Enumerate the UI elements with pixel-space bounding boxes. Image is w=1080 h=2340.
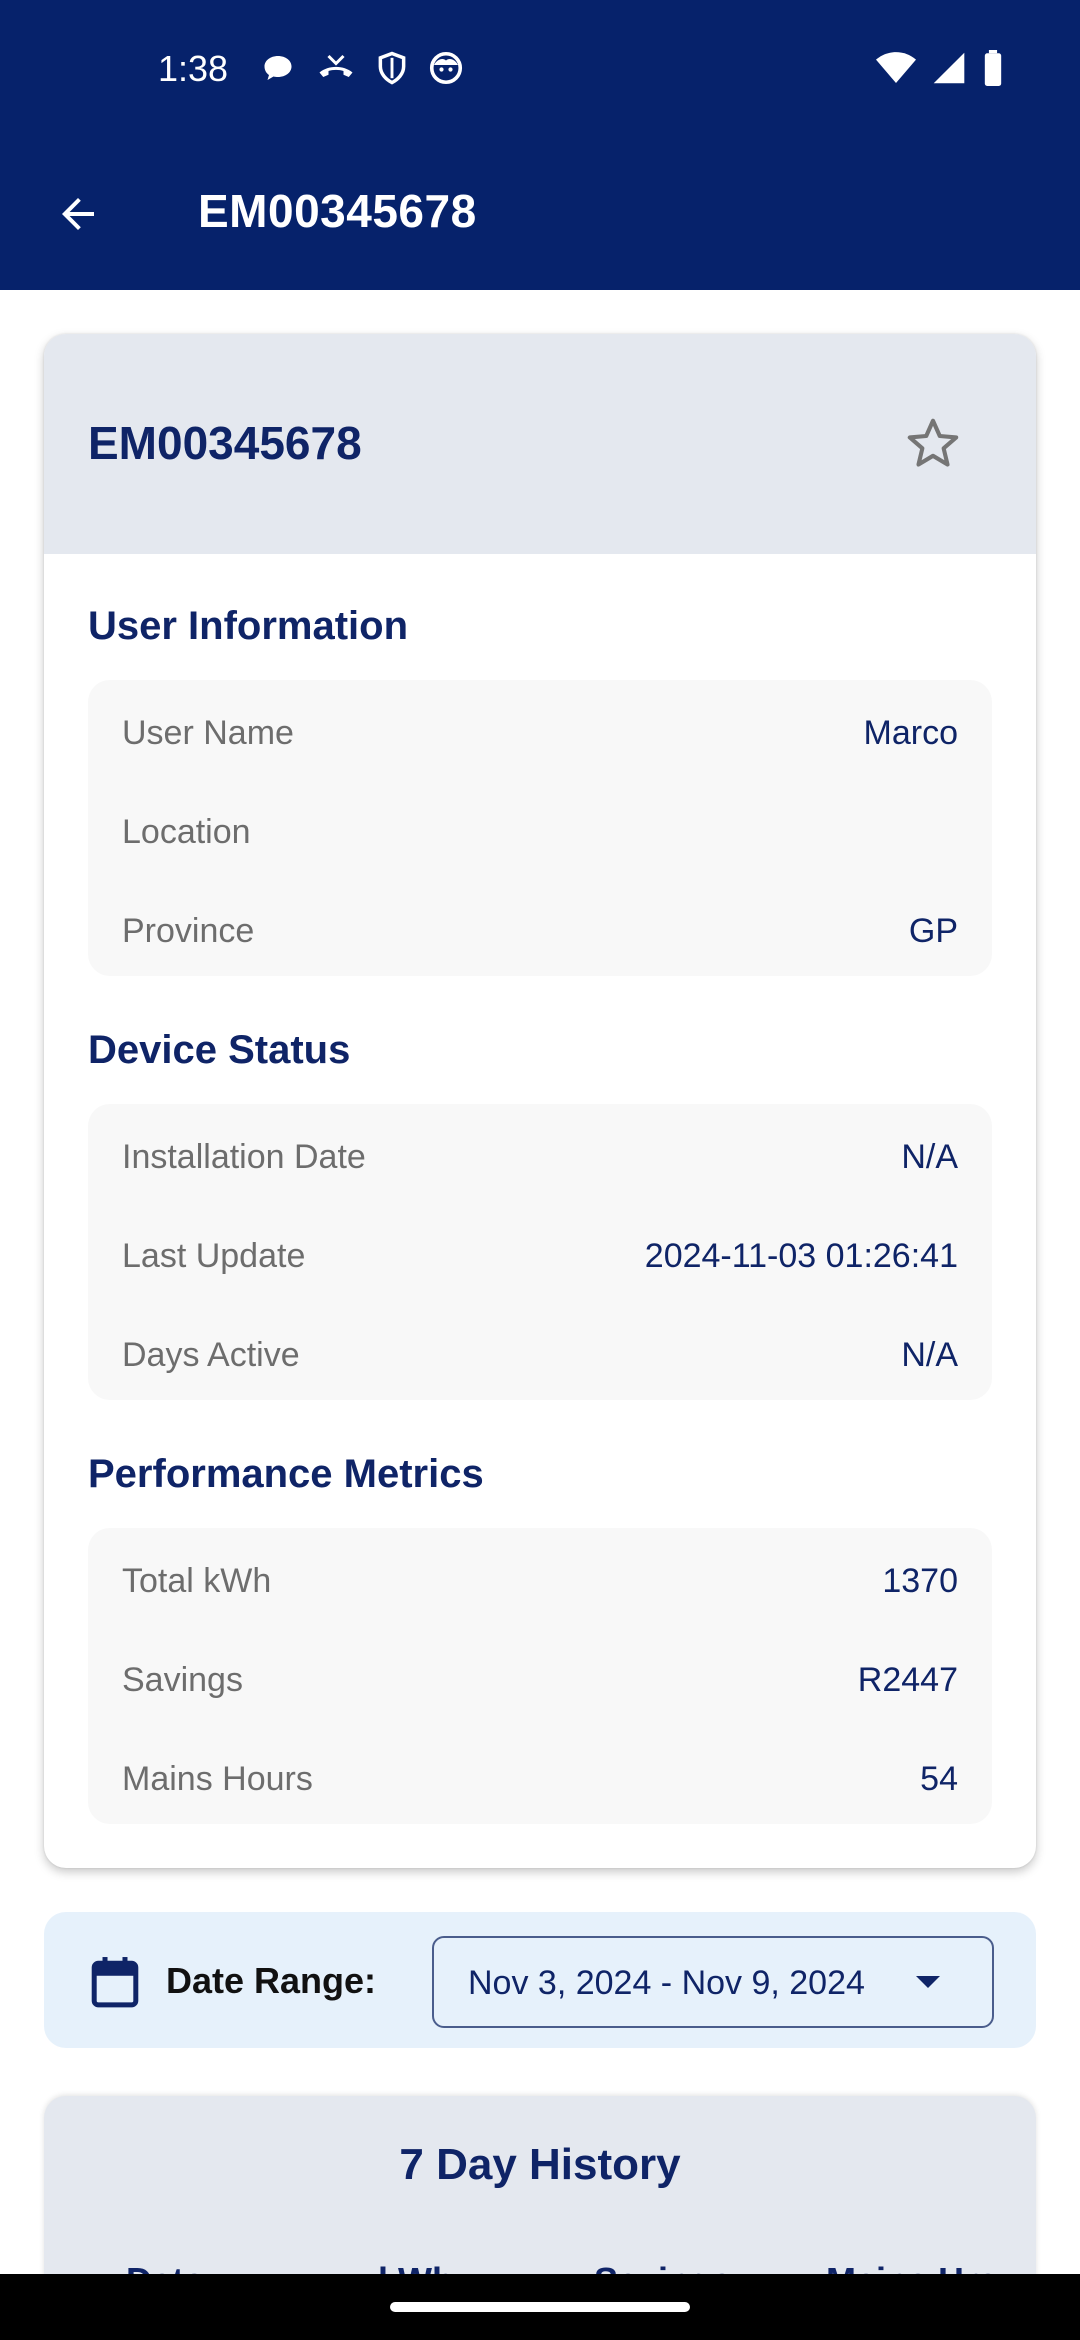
info-row-total-kwh: Total kWh 1370 <box>88 1550 992 1610</box>
date-range-bar: Date Range: Nov 3, 2024 - Nov 9, 2024 <box>44 1912 1036 2048</box>
star-outline-icon <box>904 414 962 477</box>
chevron-down-icon <box>916 1976 940 1990</box>
status-time: 1:38 <box>158 48 229 89</box>
info-value: 1370 <box>882 1562 958 1600</box>
face-icon <box>428 50 464 91</box>
info-value: Marco <box>863 714 958 752</box>
notification-icons <box>260 50 464 91</box>
wifi-icon <box>876 51 916 90</box>
info-label: Province <box>122 912 255 950</box>
info-row-user-name: User Name Marco <box>88 702 992 762</box>
missed-call-icon <box>316 50 356 91</box>
info-row-savings: Savings R2447 <box>88 1649 992 1709</box>
home-gesture-handle[interactable] <box>390 2302 690 2312</box>
info-value: N/A <box>901 1138 958 1176</box>
app-bar: EM00345678 <box>0 142 1080 290</box>
info-label: Savings <box>122 1661 243 1699</box>
back-button[interactable] <box>40 178 116 254</box>
info-label: Installation Date <box>122 1138 366 1176</box>
info-value: GP <box>908 912 958 950</box>
info-row-installation-date: Installation Date N/A <box>88 1126 992 1186</box>
system-icons <box>876 50 1004 91</box>
device-card: EM00345678 User Information User Name Ma… <box>44 334 1036 1868</box>
info-row-province: Province GP <box>88 900 992 960</box>
info-row-mains-hours: Mains Hours 54 <box>88 1748 992 1808</box>
info-row-location: Location <box>88 801 992 861</box>
section-title-device-status: Device Status <box>88 1028 351 1072</box>
battery-icon <box>982 50 1004 91</box>
device-card-header: EM00345678 <box>44 334 1036 554</box>
device-id-title: EM00345678 <box>88 417 362 469</box>
info-row-last-update: Last Update 2024-11-03 01:26:41 <box>88 1225 992 1285</box>
section-title-user-information: User Information <box>88 604 409 648</box>
history-title: 7 Day History <box>399 2140 681 2189</box>
info-label: Days Active <box>122 1336 300 1374</box>
info-value: R2447 <box>857 1661 958 1699</box>
info-label: Location <box>122 813 251 851</box>
info-label: Mains Hours <box>122 1760 313 1798</box>
date-range-value: Nov 3, 2024 - Nov 9, 2024 <box>468 1964 865 2002</box>
info-row-days-active: Days Active N/A <box>88 1324 992 1384</box>
info-value: 2024-11-03 01:26:41 <box>644 1237 958 1275</box>
status-bar: 1:38 <box>0 0 1080 142</box>
page-title: EM00345678 <box>198 185 477 237</box>
user-information-box: User Name Marco Location Province GP <box>88 680 992 976</box>
date-range-dropdown[interactable]: Nov 3, 2024 - Nov 9, 2024 <box>432 1936 994 2028</box>
date-range-label: Date Range: <box>166 1960 377 2001</box>
info-label: Last Update <box>122 1237 306 1275</box>
info-value: 54 <box>920 1760 958 1798</box>
arrow-left-icon <box>54 190 102 243</box>
info-label: User Name <box>122 714 294 752</box>
calendar-icon <box>90 1956 140 2008</box>
signal-icon <box>932 51 966 90</box>
info-value: N/A <box>901 1336 958 1374</box>
device-status-box: Installation Date N/A Last Update 2024-1… <box>88 1104 992 1400</box>
system-nav-bar <box>0 2274 1080 2340</box>
performance-metrics-box: Total kWh 1370 Savings R2447 Mains Hours… <box>88 1528 992 1824</box>
section-title-performance-metrics: Performance Metrics <box>88 1452 484 1496</box>
chat-bubble-icon <box>260 50 296 91</box>
info-label: Total kWh <box>122 1562 272 1600</box>
shield-icon <box>376 50 408 91</box>
favorite-button[interactable] <box>900 412 966 478</box>
